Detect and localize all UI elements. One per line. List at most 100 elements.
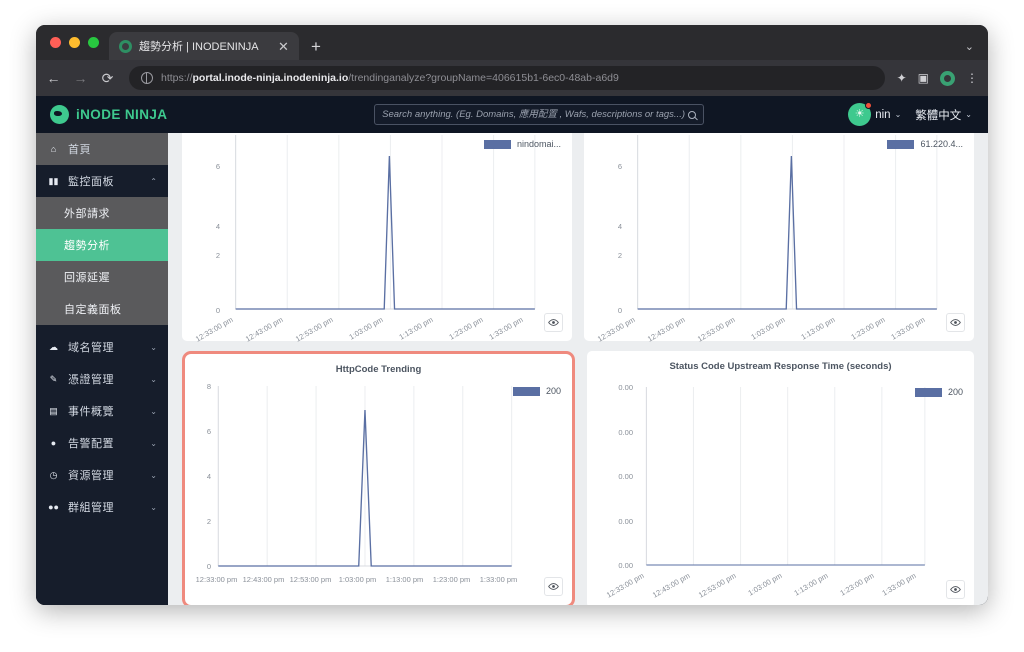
sidebar-item-external-requests[interactable]: 外部請求 (36, 197, 168, 229)
chart-legend[interactable]: 200 (914, 387, 963, 397)
group-icon: ●● (48, 502, 59, 512)
y-tick-label: 2 (617, 251, 622, 260)
ninja-logo-icon (50, 105, 69, 124)
chevron-down-icon: ⌄ (150, 438, 157, 448)
browser-tabstrip: 趨勢分析 | INODENINJA ✕ + ⌄ (36, 25, 988, 60)
legend-swatch (512, 386, 540, 396)
sidebar-item-monitoring[interactable]: ▮▮ 監控面板 ⌃ (36, 165, 168, 197)
avatar[interactable]: ☀ (848, 102, 873, 126)
brand-logo[interactable]: iNODE NINJA (50, 105, 230, 124)
sidebar-item-label: 域名管理 (68, 342, 114, 354)
sidebar-subitem-label: 外部請求 (64, 208, 110, 220)
close-tab-icon[interactable]: ✕ (276, 40, 291, 53)
tab-favicon-icon (119, 39, 132, 53)
sidebar-item-origin-latency[interactable]: 回源延遲 (36, 261, 168, 293)
tab-title: 趨勢分析 | INODENINJA (139, 41, 259, 53)
y-tick-label: 4 (617, 222, 622, 231)
chart-plot-top-left (182, 133, 572, 341)
search-input[interactable] (382, 109, 689, 120)
browser-menu-icon[interactable]: ⋮ (966, 72, 978, 84)
certificate-icon: ✎ (49, 373, 58, 384)
sidebar-item-domain-management[interactable]: ☁ 域名管理 ⌄ (36, 331, 168, 363)
profile-avatar-icon[interactable] (940, 70, 955, 86)
sidebar-item-label: 告警配置 (68, 438, 114, 450)
browser-toolbar: ← → ⟳ https://portal.inode-ninja.inodeni… (36, 60, 988, 96)
url-scheme: https:// (161, 72, 193, 84)
y-tick-label: 0 (206, 562, 211, 571)
app-header: iNODE NINJA ☀ nin ⌄ 繁體中文 (36, 96, 988, 133)
sidebar-item-events-overview[interactable]: ▤ 事件概覽 ⌄ (36, 395, 168, 427)
sidebar-submenu-monitoring: 外部請求 趨勢分析 回源延遲 自定義面板 (36, 197, 168, 325)
dashboard-icon: ▮▮ (48, 175, 59, 186)
sidebar: ⌂ 首頁 ▮▮ 監控面板 ⌃ 外部請求 趨勢分析 回源延遲 自定義面板 ☁ 域名… (36, 133, 168, 605)
chart-card-top-right: 2 4 6 0 12:33:00 pm 12:43:00 pm 12:53:00… (584, 133, 974, 344)
eye-icon (950, 586, 961, 593)
legend-label: nindomai... (516, 139, 561, 149)
sidepanel-icon[interactable]: ▣ (918, 72, 929, 84)
toggle-visibility-button[interactable] (544, 577, 563, 596)
browser-tab[interactable]: 趨勢分析 | INODENINJA ✕ (109, 32, 299, 60)
y-tick-label: 6 (617, 162, 622, 171)
maximize-window-button[interactable] (88, 37, 99, 48)
sidebar-item-trend-analysis[interactable]: 趨勢分析 (36, 229, 168, 261)
minimize-window-button[interactable] (69, 37, 80, 48)
chevron-down-icon: ⌄ (150, 470, 157, 480)
cloud-icon: ☁ (49, 341, 58, 352)
y-tick-label: 0.00 (618, 472, 633, 481)
sidebar-item-custom-dashboard[interactable]: 自定義面板 (36, 293, 168, 325)
reload-button[interactable]: ⟳ (100, 71, 115, 85)
chart-legend[interactable]: nindomai... (483, 139, 561, 149)
window-traffic-lights (46, 25, 109, 60)
y-tick-label: 0 (215, 306, 220, 315)
chart-legend[interactable]: 200 (512, 386, 561, 396)
legend-swatch (483, 139, 511, 149)
y-tick-label: 0 (617, 306, 622, 315)
user-menu[interactable]: ☀ nin ⌄ (848, 102, 901, 126)
legend-label: 200 (545, 386, 561, 396)
language-selector[interactable]: 繁體中文 ⌄ (915, 107, 972, 123)
toggle-visibility-button[interactable] (946, 313, 965, 332)
sidebar-item-label: 資源管理 (68, 470, 114, 482)
sidebar-item-label: 群組管理 (68, 502, 114, 514)
y-tick-label: 0.00 (618, 383, 633, 392)
extensions-icon[interactable]: ✦ (897, 72, 907, 84)
sidebar-item-group-management[interactable]: ●● 群組管理 ⌄ (36, 491, 168, 523)
chevron-down-icon: ⌄ (150, 502, 157, 512)
new-tab-button[interactable]: + (311, 38, 321, 55)
y-tick-label: 6 (215, 162, 220, 171)
resource-icon: ◷ (49, 469, 58, 480)
y-tick-label: 4 (206, 472, 211, 481)
url-path: /trendinganalyze?groupName=406615b1-6ec0… (348, 72, 619, 84)
browser-window: 趨勢分析 | INODENINJA ✕ + ⌄ ← → ⟳ https://po… (36, 25, 988, 605)
sidebar-item-certificate-management[interactable]: ✎ 憑證管理 ⌄ (36, 363, 168, 395)
close-window-button[interactable] (50, 37, 61, 48)
sidebar-item-resource-management[interactable]: ◷ 資源管理 ⌄ (36, 459, 168, 491)
notification-badge (865, 102, 873, 109)
toolbar-icons: ✦ ▣ ⋮ (897, 70, 978, 86)
sidebar-item-label: 事件概覽 (68, 406, 114, 418)
bulb-icon: ☀ (854, 108, 865, 120)
search-icon[interactable] (688, 110, 697, 119)
address-bar[interactable]: https://portal.inode-ninja.inodeninja.io… (129, 66, 885, 90)
sidebar-item-label: 憑證管理 (68, 374, 114, 386)
sidebar-item-home[interactable]: ⌂ 首頁 (36, 133, 168, 165)
sidebar-item-label: 首頁 (68, 144, 91, 156)
toggle-visibility-button[interactable] (946, 580, 965, 599)
forward-button[interactable]: → (73, 71, 88, 85)
y-tick-label: 2 (206, 517, 211, 526)
chart-legend[interactable]: 61.220.4... (887, 139, 963, 149)
sidebar-item-alert-configuration[interactable]: ● 告警配置 ⌄ (36, 427, 168, 459)
toggle-visibility-button[interactable] (544, 313, 563, 332)
legend-swatch (914, 387, 942, 397)
chevron-down-icon: ⌄ (150, 342, 157, 352)
back-button[interactable]: ← (46, 71, 61, 85)
sidebar-item-label: 監控面板 (68, 176, 114, 188)
eye-icon (950, 319, 961, 326)
legend-label: 61.220.4... (920, 139, 963, 149)
y-tick-label: 6 (206, 427, 211, 436)
chevron-down-icon: ⌄ (965, 110, 972, 119)
sidebar-subitem-label: 回源延遲 (64, 272, 110, 284)
global-search[interactable] (374, 104, 705, 125)
events-icon: ▤ (49, 405, 58, 416)
tab-search-chevron-down-icon[interactable]: ⌄ (965, 40, 974, 53)
